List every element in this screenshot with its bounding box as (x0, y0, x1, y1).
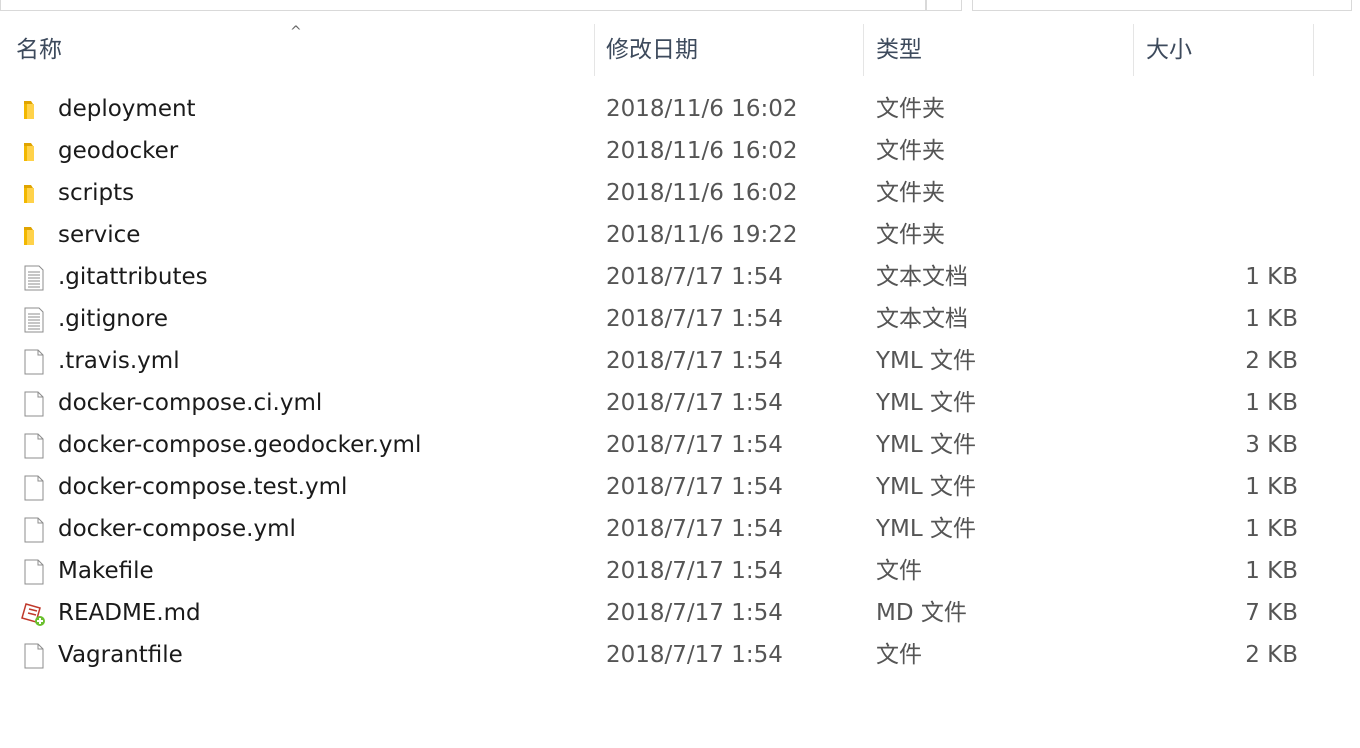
folder-icon (20, 96, 48, 124)
file-size: 2 KB (1245, 348, 1298, 374)
column-divider[interactable] (863, 24, 864, 76)
file-icon (20, 390, 48, 418)
file-icon (20, 474, 48, 502)
file-row[interactable]: docker-compose.ci.yml 2018/7/17 1:54 YML 文… (0, 382, 1360, 424)
refresh-button[interactable] (926, 0, 962, 11)
file-date-modified: 2018/11/6 16:02 (606, 96, 798, 122)
folder-icon (20, 222, 48, 250)
file-type: YML 文件 (876, 474, 977, 500)
file-size: 1 KB (1245, 264, 1298, 290)
file-name: .gitattributes (58, 264, 208, 290)
file-row[interactable]: README.md 2018/7/17 1:54 MD 文件 7 KB (0, 592, 1360, 634)
file-name: docker-compose.test.yml (58, 474, 348, 500)
file-size: 1 KB (1245, 558, 1298, 584)
file-date-modified: 2018/11/6 19:22 (606, 222, 798, 248)
file-name: Makefile (58, 558, 154, 584)
file-row[interactable]: .gitattributes 2018/7/17 1:54 文本文档 1 KB (0, 256, 1360, 298)
file-name: docker-compose.ci.yml (58, 390, 323, 416)
file-row[interactable]: service 2018/11/6 19:22 文件夹 (0, 214, 1360, 256)
file-date-modified: 2018/7/17 1:54 (606, 348, 783, 374)
file-icon (20, 516, 48, 544)
column-divider[interactable] (1313, 24, 1314, 76)
file-row[interactable]: docker-compose.yml 2018/7/17 1:54 YML 文件 1 … (0, 508, 1360, 550)
file-name: scripts (58, 180, 135, 206)
file-size: 1 KB (1245, 474, 1298, 500)
address-bar[interactable] (0, 0, 926, 11)
file-type: 文件 (876, 558, 922, 584)
file-name: README.md (58, 600, 201, 626)
file-name: service (58, 222, 141, 248)
file-type: 文件夹 (876, 180, 945, 206)
column-divider[interactable] (1133, 24, 1134, 76)
file-name: docker-compose.geodocker.yml (58, 432, 422, 458)
folder-icon (20, 138, 48, 166)
file-date-modified: 2018/11/6 16:02 (606, 180, 798, 206)
file-date-modified: 2018/7/17 1:54 (606, 474, 783, 500)
file-date-modified: 2018/7/17 1:54 (606, 600, 783, 626)
file-date-modified: 2018/7/17 1:54 (606, 558, 783, 584)
toolbar (0, 0, 1360, 12)
file-row[interactable]: Makefile 2018/7/17 1:54 文件 1 KB (0, 550, 1360, 592)
file-name: deployment (58, 96, 196, 122)
file-type: 文本文档 (876, 264, 968, 290)
file-name: geodocker (58, 138, 179, 164)
markdown-editor-icon (20, 600, 48, 628)
file-type: 文件夹 (876, 222, 945, 248)
file-type: 文本文档 (876, 306, 968, 332)
file-type: YML 文件 (876, 432, 977, 458)
file-row[interactable]: Vagrantfile 2018/7/17 1:54 文件 2 KB (0, 634, 1360, 676)
file-row[interactable]: docker-compose.test.yml 2018/7/17 1:54 YML… (0, 466, 1360, 508)
file-row[interactable]: .gitignore 2018/7/17 1:54 文本文档 1 KB (0, 298, 1360, 340)
file-type: MD 文件 (876, 600, 967, 626)
file-row[interactable]: deployment 2018/11/6 16:02 文件夹 (0, 88, 1360, 130)
file-type: YML 文件 (876, 390, 977, 416)
file-icon (20, 432, 48, 460)
file-name: Vagrantfile (58, 642, 183, 668)
column-header-type[interactable]: 类型 (876, 24, 922, 76)
file-type: 文件夹 (876, 96, 945, 122)
file-date-modified: 2018/7/17 1:54 (606, 390, 783, 416)
file-size: 1 KB (1245, 306, 1298, 332)
file-row[interactable]: docker-compose.geodocker.yml 2018/7/17 1:… (0, 424, 1360, 466)
file-size: 1 KB (1245, 390, 1298, 416)
folder-icon (20, 180, 48, 208)
file-row[interactable]: scripts 2018/11/6 16:02 文件夹 (0, 172, 1360, 214)
file-icon (20, 642, 48, 670)
column-header-name[interactable]: 名称 (16, 24, 62, 76)
file-type: 文件夹 (876, 138, 945, 164)
column-header-size[interactable]: 大小 (1146, 24, 1192, 76)
file-size: 3 KB (1245, 432, 1298, 458)
file-name: .gitignore (58, 306, 169, 332)
file-name: docker-compose.yml (58, 516, 296, 542)
column-header-date[interactable]: 修改日期 (606, 24, 698, 76)
file-date-modified: 2018/7/17 1:54 (606, 642, 783, 668)
file-type: YML 文件 (876, 348, 977, 374)
file-size: 7 KB (1245, 600, 1298, 626)
search-input[interactable] (972, 0, 1352, 11)
file-type: YML 文件 (876, 516, 977, 542)
file-icon (20, 348, 48, 376)
file-name: .travis.yml (58, 348, 180, 374)
file-size: 1 KB (1245, 516, 1298, 542)
file-date-modified: 2018/7/17 1:54 (606, 516, 783, 542)
file-date-modified: 2018/7/17 1:54 (606, 432, 783, 458)
file-size: 2 KB (1245, 642, 1298, 668)
file-icon (20, 558, 48, 586)
sort-ascending-icon: ^ (290, 24, 302, 40)
text-document-icon (20, 306, 48, 334)
file-date-modified: 2018/7/17 1:54 (606, 306, 783, 332)
file-type: 文件 (876, 642, 922, 668)
file-row[interactable]: geodocker 2018/11/6 16:02 文件夹 (0, 130, 1360, 172)
text-document-icon (20, 264, 48, 292)
file-date-modified: 2018/7/17 1:54 (606, 264, 783, 290)
file-list: deployment 2018/11/6 16:02 文件夹 geodocker 201… (0, 88, 1360, 676)
column-divider[interactable] (594, 24, 595, 76)
column-header-row: 名称 ^ 修改日期 类型 大小 (0, 24, 1360, 76)
file-row[interactable]: .travis.yml 2018/7/17 1:54 YML 文件 2 KB (0, 340, 1360, 382)
file-date-modified: 2018/11/6 16:02 (606, 138, 798, 164)
